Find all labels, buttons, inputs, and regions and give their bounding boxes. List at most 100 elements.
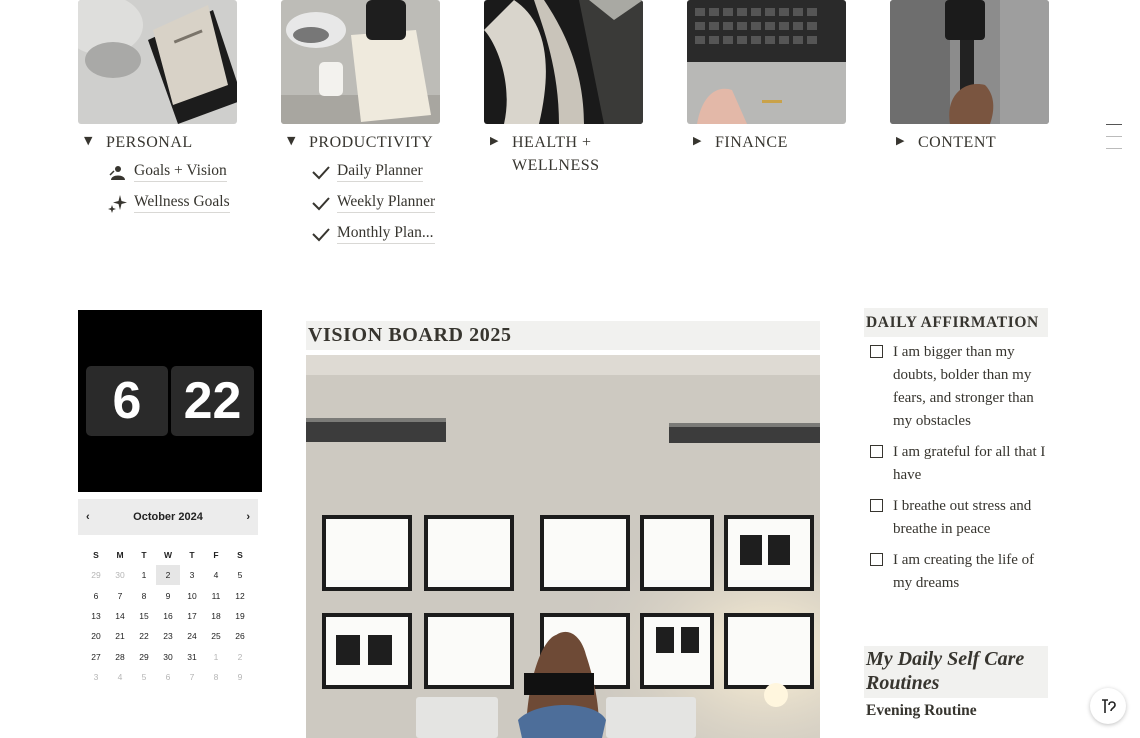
calendar-day[interactable]: 25 <box>204 626 228 646</box>
clock-hour: 6 <box>86 366 168 436</box>
help-button[interactable] <box>1090 688 1126 724</box>
calendar-day[interactable]: 29 <box>84 565 108 585</box>
toggle-closed-icon[interactable]: ▶ <box>693 131 715 151</box>
calendar-weekday: M <box>116 550 124 561</box>
evening-routine-link[interactable]: Evening Routine <box>866 702 977 720</box>
clock-minute: 22 <box>171 366 254 436</box>
content-cover-image[interactable] <box>890 0 1049 124</box>
sub-page-weekly-planner[interactable]: Weekly Planner <box>311 193 436 213</box>
calendar-day[interactable]: 2 <box>228 647 252 667</box>
toggle-open-icon[interactable]: ▼ <box>287 131 309 151</box>
calendar-day[interactable]: 30 <box>108 565 132 585</box>
sub-page-daily-planner[interactable]: Daily Planner <box>311 162 423 182</box>
calendar-weekday: T <box>141 550 147 561</box>
checkbox[interactable] <box>870 345 883 358</box>
outline-indicator[interactable] <box>1106 124 1122 160</box>
sub-page-label: Weekly Planner <box>337 193 436 213</box>
checkbox[interactable] <box>870 445 883 458</box>
calendar-day[interactable]: 9 <box>228 667 252 687</box>
calendar-day[interactable]: 1 <box>132 565 156 585</box>
checkmark-icon <box>311 162 337 182</box>
calendar-day[interactable]: 19 <box>228 606 252 626</box>
toggle-productivity[interactable]: ▼ PRODUCTIVITY <box>287 131 433 154</box>
calendar-next-button[interactable]: › <box>246 511 250 523</box>
toggle-content[interactable]: ▶ CONTENT <box>896 131 996 154</box>
calendar-day[interactable]: 3 <box>180 565 204 585</box>
calendar-day[interactable]: 14 <box>108 606 132 626</box>
calendar-day[interactable]: 2 <box>156 565 180 586</box>
calendar-day[interactable]: 10 <box>180 586 204 606</box>
calendar-weekday: S <box>237 550 243 561</box>
calendar-weekday: F <box>213 550 219 561</box>
checkbox[interactable] <box>870 553 883 566</box>
calendar-day[interactable]: 23 <box>156 626 180 646</box>
affirmation-item[interactable]: I am bigger than my doubts, bolder than … <box>870 341 1046 433</box>
category-title: CONTENT <box>918 134 997 151</box>
toggle-closed-icon[interactable]: ▶ <box>896 131 918 151</box>
calendar-day[interactable]: 8 <box>132 586 156 606</box>
self-care-heading: My Daily Self Care Routines <box>864 646 1048 698</box>
toggle-closed-icon[interactable]: ▶ <box>490 131 512 151</box>
checkmark-icon <box>311 224 337 244</box>
finance-cover-image[interactable] <box>687 0 846 124</box>
notion-help-icon <box>1102 699 1116 713</box>
calendar-day[interactable]: 22 <box>132 626 156 646</box>
calendar-day[interactable]: 6 <box>84 586 108 606</box>
calendar-day[interactable]: 20 <box>84 626 108 646</box>
productivity-cover-image[interactable] <box>281 0 440 124</box>
sub-page-goals-vision[interactable]: Goals + Vision <box>108 162 227 182</box>
calendar-day[interactable]: 7 <box>108 586 132 606</box>
affirmation-text: I am bigger than my doubts, bolder than … <box>893 344 1034 429</box>
category-title: FINANCE <box>715 134 788 151</box>
calendar-day[interactable]: 12 <box>228 586 252 606</box>
calendar-day[interactable]: 17 <box>180 606 204 626</box>
affirmation-item[interactable]: I am creating the life of my dreams <box>870 549 1046 595</box>
calendar-day[interactable]: 18 <box>204 606 228 626</box>
calendar-day[interactable]: 27 <box>84 647 108 667</box>
calendar-prev-button[interactable]: ‹ <box>86 511 90 523</box>
calendar-day[interactable]: 26 <box>228 626 252 646</box>
sub-page-monthly-planner[interactable]: Monthly Plan... <box>311 224 435 244</box>
calendar-month-label: October 2024 <box>133 511 203 523</box>
calendar-day[interactable]: 5 <box>132 667 156 687</box>
calendar-day[interactable]: 28 <box>108 647 132 667</box>
calendar-day[interactable]: 4 <box>108 667 132 687</box>
toggle-finance[interactable]: ▶ FINANCE <box>693 131 788 154</box>
vision-board-image[interactable] <box>306 355 820 738</box>
sub-page-wellness-goals[interactable]: Wellness Goals <box>108 193 230 213</box>
category-title-line: WELLNESS <box>512 157 600 174</box>
category-title: PERSONAL <box>106 134 193 151</box>
calendar-day[interactable]: 5 <box>228 565 252 585</box>
calendar-day[interactable]: 13 <box>84 606 108 626</box>
calendar-day[interactable]: 4 <box>204 565 228 585</box>
calendar-day[interactable]: 31 <box>180 647 204 667</box>
calendar-day[interactable]: 6 <box>156 667 180 687</box>
calendar-day[interactable]: 30 <box>156 647 180 667</box>
calendar-weekday: S <box>93 550 99 561</box>
health-wellness-cover-image[interactable] <box>484 0 643 124</box>
calendar-day[interactable]: 1 <box>204 647 228 667</box>
calendar-weekday: T <box>189 550 195 561</box>
toggle-open-icon[interactable]: ▼ <box>84 131 106 151</box>
person-growth-icon <box>108 162 134 182</box>
toggle-personal[interactable]: ▼ PERSONAL <box>84 131 193 154</box>
calendar-day[interactable]: 24 <box>180 626 204 646</box>
daily-affirmation-heading: DAILY AFFIRMATION <box>864 308 1048 337</box>
calendar-grid: S M T W T F S 29 30 1 2 3 4 5 6 7 8 9 10 11 12 13 14 15 16 17 18 19… <box>84 545 252 687</box>
calendar-day[interactable]: 9 <box>156 586 180 606</box>
category-title-line: HEALTH + <box>512 134 592 151</box>
toggle-health-wellness[interactable]: ▶ HEALTH + WELLNESS <box>490 131 600 177</box>
calendar-day[interactable]: 21 <box>108 626 132 646</box>
affirmation-text: I am grateful for all that I have <box>893 444 1046 483</box>
calendar-day[interactable]: 29 <box>132 647 156 667</box>
calendar-day[interactable]: 15 <box>132 606 156 626</box>
calendar-day[interactable]: 8 <box>204 667 228 687</box>
calendar-day[interactable]: 3 <box>84 667 108 687</box>
personal-cover-image[interactable] <box>78 0 237 124</box>
calendar-day[interactable]: 16 <box>156 606 180 626</box>
checkbox[interactable] <box>870 499 883 512</box>
calendar-day[interactable]: 11 <box>204 586 228 606</box>
affirmation-item[interactable]: I breathe out stress and breathe in peac… <box>870 495 1046 541</box>
affirmation-item[interactable]: I am grateful for all that I have <box>870 441 1046 487</box>
calendar-day[interactable]: 7 <box>180 667 204 687</box>
